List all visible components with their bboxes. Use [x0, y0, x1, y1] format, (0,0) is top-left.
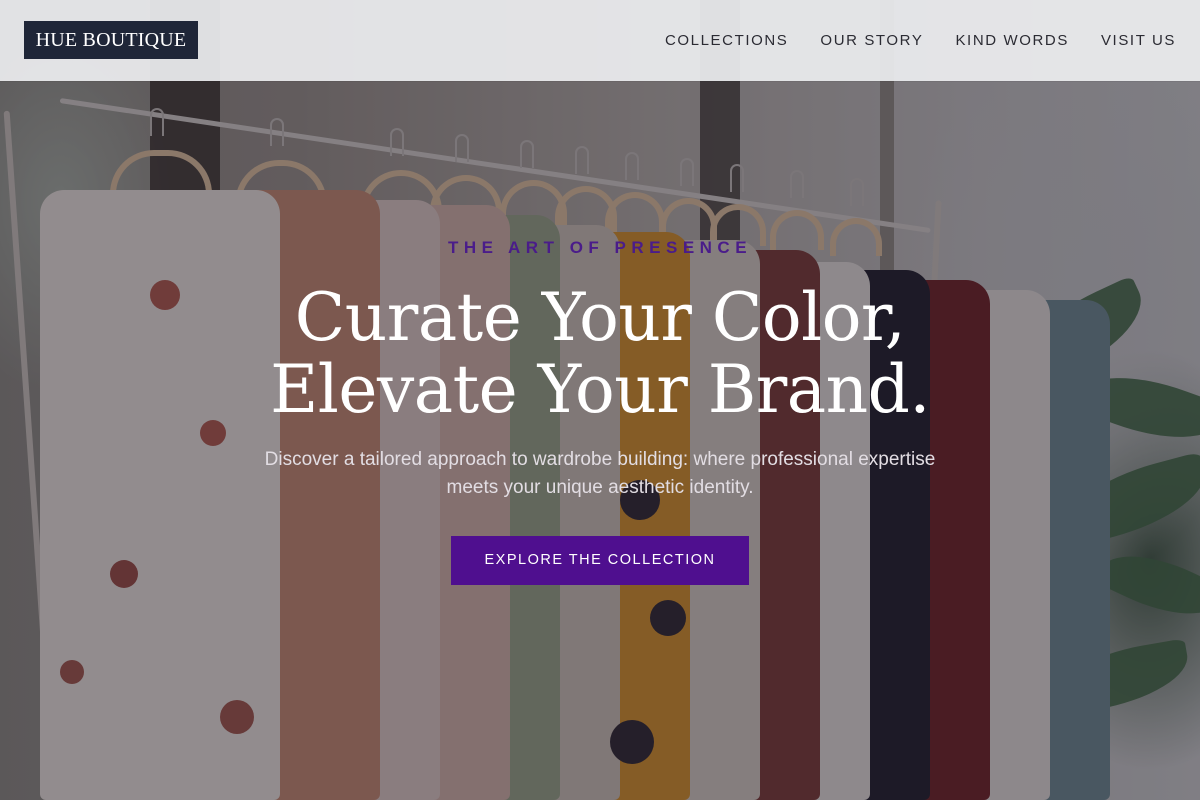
hero-headline: Curate Your Color, Elevate Your Brand. [0, 282, 1200, 426]
hero-subtitle: Discover a tailored approach to wardrobe… [264, 449, 936, 498]
main-nav: COLLECTIONS OUR STORY KIND WORDS VISIT U… [665, 0, 1176, 81]
nav-link-visit-us[interactable]: VISIT US [1101, 32, 1176, 49]
logo[interactable]: HUE BOUTIQUE [24, 21, 198, 59]
nav-link-collections[interactable]: COLLECTIONS [665, 32, 788, 49]
hero-headline-line1: Curate Your Color, [294, 279, 906, 356]
hero-content: THE ART OF PRESENCE Curate Your Color, E… [0, 236, 1200, 585]
hero-headline-line2: Elevate Your Brand. [270, 351, 930, 428]
nav-link-our-story[interactable]: OUR STORY [820, 32, 923, 49]
hero-eyebrow: THE ART OF PRESENCE [447, 238, 753, 257]
explore-collection-button[interactable]: EXPLORE THE COLLECTION [451, 536, 749, 585]
nav-link-kind-words[interactable]: KIND WORDS [955, 32, 1069, 49]
site-header: HUE BOUTIQUE COLLECTIONS OUR STORY KIND … [0, 0, 1200, 81]
